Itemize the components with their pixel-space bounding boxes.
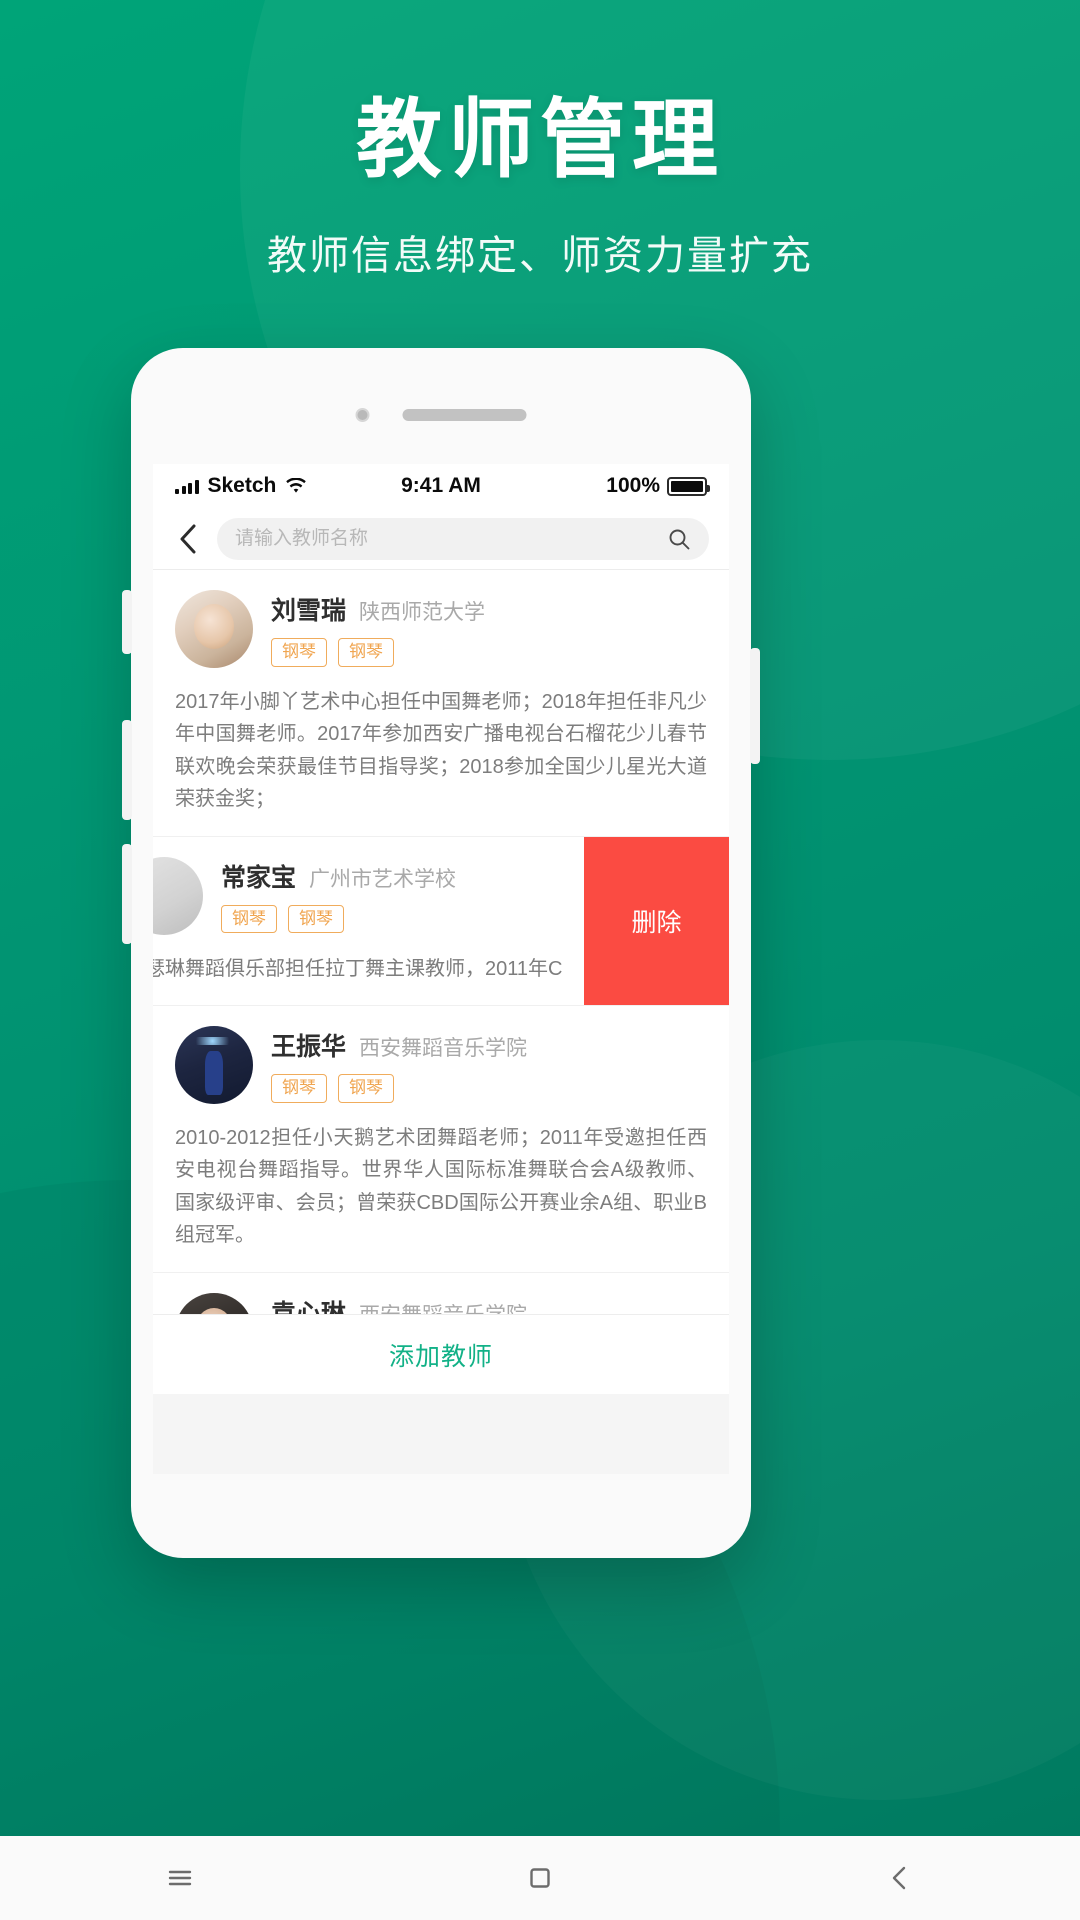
teacher-list[interactable]: 刘雪瑞 陕西师范大学 钢琴 钢琴 2017年小脚丫艺术中心担任中国舞老师；201… [153, 570, 729, 1394]
avatar [175, 1025, 253, 1104]
teacher-card-header: 王振华 西安舞蹈音乐学院 钢琴 钢琴 [175, 1025, 707, 1104]
teacher-bio: 2017年小脚丫艺术中心担任中国舞老师；2018年担任非凡少年中国舞老师。201… [175, 691, 707, 811]
teacher-meta: 常家宝 广州市艺术学校 钢琴 钢琴 [221, 858, 562, 934]
phone-top-hardware [355, 408, 527, 422]
phone-power-button [750, 648, 760, 764]
status-bar: Sketch 9:41 AM 100% [153, 464, 729, 508]
teacher-name-row: 常家宝 广州市艺术学校 [221, 858, 562, 894]
menu-icon[interactable] [163, 1861, 197, 1895]
phone-mockup: Sketch 9:41 AM 100% 请输入教师名称 刘雪瑞 陕西师范大学 钢… [122, 348, 760, 1558]
search-field[interactable] [217, 517, 709, 560]
chevron-left-icon [180, 524, 196, 553]
android-navigation-bar [0, 1836, 1080, 1920]
phone-volume-down-button [122, 844, 132, 944]
teacher-bio: 几瑟琳舞蹈俱乐部担任拉丁舞主课教师，2011年CBD国际总决赛18岁冠军；201… [153, 957, 562, 980]
search-icon[interactable] [667, 527, 691, 551]
delete-button[interactable]: 删除 [584, 836, 729, 1005]
teacher-tags: 钢琴 钢琴 [271, 638, 707, 667]
phone-volume-up-button [122, 720, 132, 820]
teacher-card-header: 刘雪瑞 陕西师范大学 钢琴 钢琴 [175, 590, 707, 668]
teacher-card-body: 刘雪瑞 陕西师范大学 钢琴 钢琴 2017年小脚丫艺术中心担任中国舞老师；201… [175, 590, 707, 816]
teacher-meta: 刘雪瑞 陕西师范大学 钢琴 钢琴 [271, 591, 707, 667]
teacher-name-row: 王振华 西安舞蹈音乐学院 [271, 1027, 707, 1063]
battery-full-icon [667, 476, 710, 496]
status-bar-time: 9:41 AM [401, 474, 481, 497]
camera-icon [355, 408, 370, 422]
speaker-grill [402, 409, 527, 421]
teacher-name: 王振华 [271, 1033, 347, 1062]
teacher-tag: 钢琴 [221, 904, 277, 934]
teacher-tag: 钢琴 [271, 1074, 327, 1103]
teacher-name: 常家宝 [221, 863, 297, 892]
teacher-name: 刘雪瑞 [271, 597, 347, 626]
carrier-label: Sketch [207, 474, 277, 497]
status-bar-left: Sketch [175, 474, 401, 498]
teacher-school: 广州市艺术学校 [309, 867, 457, 891]
page-subtitle: 教师信息绑定、师资力量扩充 [267, 234, 813, 279]
teacher-tags: 钢琴 钢琴 [271, 1074, 707, 1103]
avatar [153, 856, 203, 935]
teacher-tag: 钢琴 [288, 904, 344, 934]
teacher-card-body: 王振华 西安舞蹈音乐学院 钢琴 钢琴 2010-2012担任小天鹅艺术团舞蹈老师… [175, 1025, 707, 1252]
teacher-tag: 钢琴 [271, 638, 327, 667]
teacher-card[interactable]: 刘雪瑞 陕西师范大学 钢琴 钢琴 2017年小脚丫艺术中心担任中国舞老师；201… [153, 570, 729, 837]
signal-bars-icon [175, 479, 199, 494]
teacher-tag: 钢琴 [338, 1074, 394, 1103]
teacher-name-row: 刘雪瑞 陕西师范大学 [271, 591, 707, 627]
battery-percent-label: 100% [606, 474, 660, 497]
phone-mute-switch [122, 590, 132, 654]
teacher-school: 西安舞蹈音乐学院 [359, 1037, 528, 1061]
hero-section: 教师管理 教师信息绑定、师资力量扩充 [0, 95, 1080, 281]
teacher-card-header: 常家宝 广州市艺术学校 钢琴 钢琴 [153, 856, 562, 935]
teacher-card[interactable]: 常家宝 广州市艺术学校 钢琴 钢琴 几瑟琳舞蹈俱乐部担任拉丁舞主课教师，2011… [153, 836, 729, 1006]
list-footer: 添加教师 [153, 1314, 729, 1394]
page-title: 教师管理 [356, 92, 724, 188]
status-bar-right: 100% [481, 474, 710, 498]
teacher-tags: 钢琴 钢琴 [221, 904, 562, 934]
phone-screen: Sketch 9:41 AM 100% 请输入教师名称 刘雪瑞 陕西师范大学 钢… [153, 464, 729, 1474]
avatar [175, 590, 253, 668]
teacher-tag: 钢琴 [338, 638, 394, 667]
wifi-icon [286, 478, 307, 493]
teacher-bio: 2010-2012担任小天鹅艺术团舞蹈老师；2011年受邀担任西安电视台舞蹈指导… [175, 1126, 707, 1247]
search-input[interactable] [235, 527, 667, 550]
add-teacher-button[interactable]: 添加教师 [389, 1337, 493, 1373]
teacher-school: 陕西师范大学 [359, 601, 486, 625]
back-button[interactable] [173, 524, 203, 554]
teacher-card[interactable]: 王振华 西安舞蹈音乐学院 钢琴 钢琴 2010-2012担任小天鹅艺术团舞蹈老师… [153, 1005, 729, 1273]
teacher-meta: 王振华 西安舞蹈音乐学院 钢琴 钢琴 [271, 1027, 707, 1103]
home-square-icon[interactable] [523, 1861, 557, 1895]
search-header [153, 508, 729, 570]
back-chevron-icon[interactable] [883, 1861, 917, 1895]
